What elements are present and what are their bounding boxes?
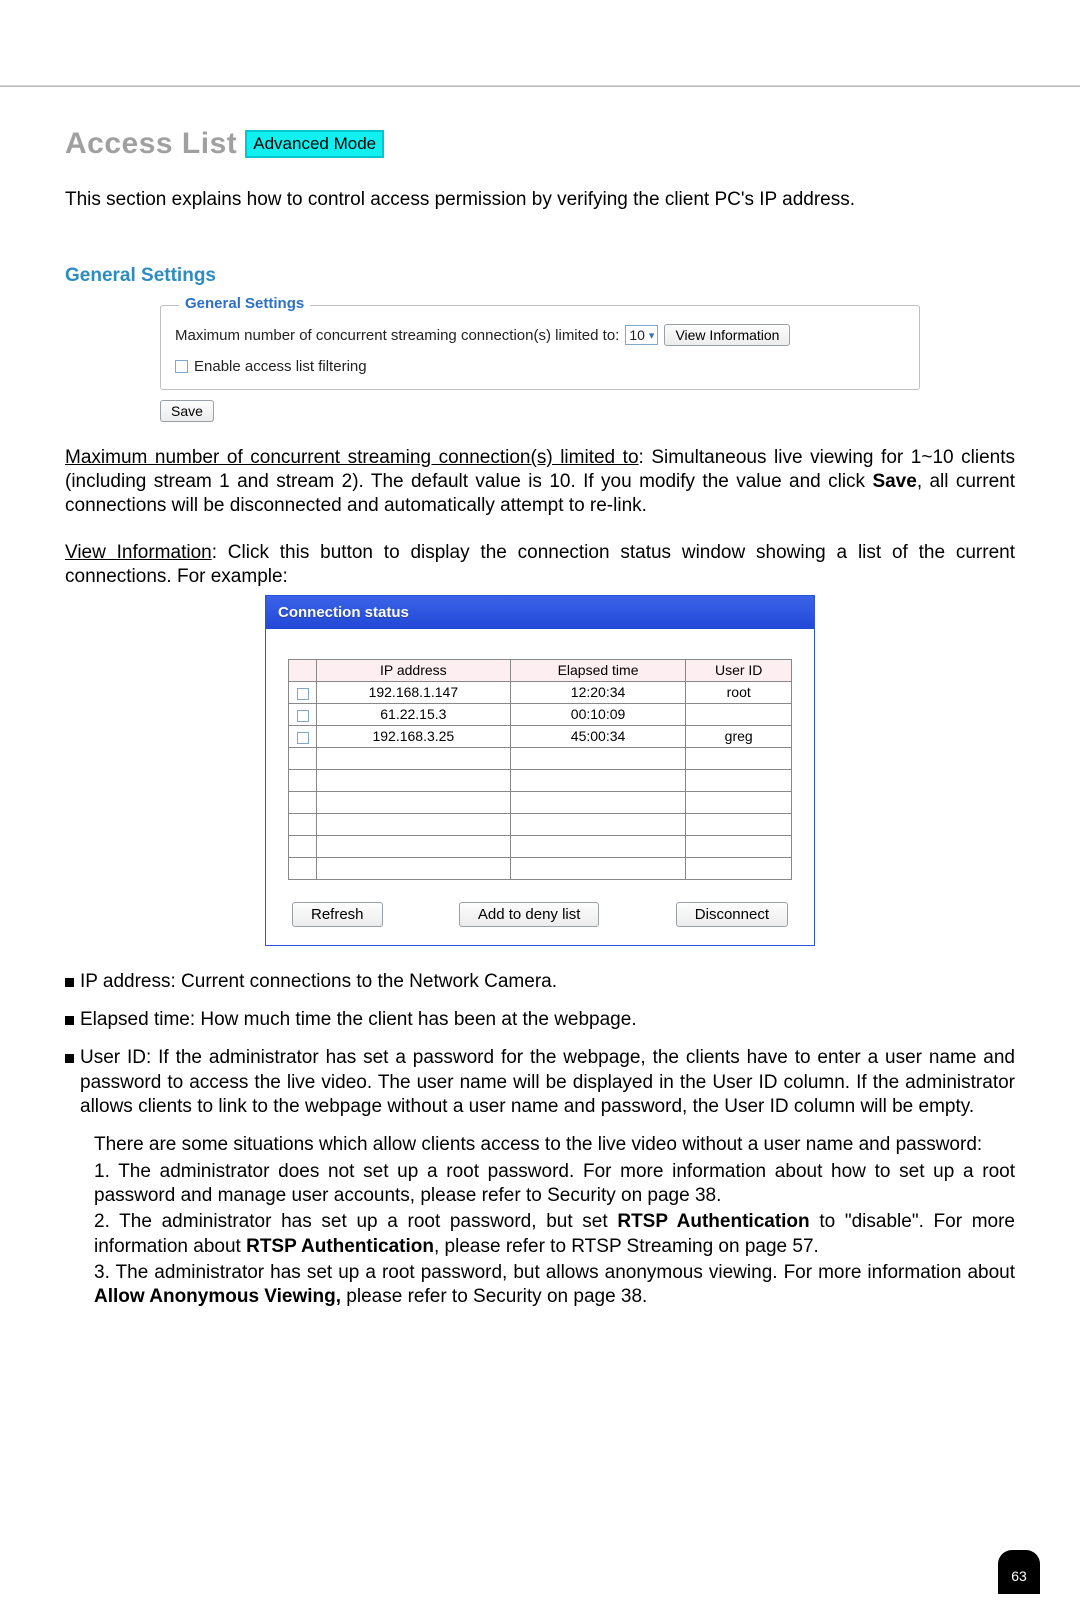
- cell-user: root: [686, 681, 792, 703]
- cell-user: [686, 703, 792, 725]
- max-conn-underline: Maximum number of concurrent streaming c…: [65, 447, 639, 468]
- square-bullet-icon: [65, 978, 74, 987]
- page-number: 63: [998, 1550, 1040, 1594]
- col-ip: IP address: [317, 659, 511, 681]
- max-connections-label: Maximum number of concurrent streaming c…: [175, 327, 619, 344]
- view-information-button[interactable]: View Information: [664, 324, 790, 346]
- connection-status-panel: Connection status IP address Elapsed tim…: [265, 595, 815, 946]
- add-deny-button[interactable]: Add to deny list: [459, 902, 600, 927]
- table-row: 192.168.3.25 45:00:34 greg: [289, 725, 792, 747]
- sit2-part: , please refer to RTSP Streaming on page…: [434, 1236, 819, 1257]
- situation-1: 1. The administrator does not set up a r…: [94, 1160, 1015, 1209]
- cell-user: greg: [686, 725, 792, 747]
- row-checkbox[interactable]: [297, 688, 309, 700]
- situation-2: 2. The administrator has set up a root p…: [94, 1210, 1015, 1259]
- enable-filter-row: Enable access list filtering: [175, 358, 905, 375]
- table-row: 192.168.1.147 12:20:34 root: [289, 681, 792, 703]
- cell-ip: 192.168.1.147: [317, 681, 511, 703]
- sit3-part: 3. The administrator has set up a root p…: [94, 1262, 1015, 1283]
- enable-filter-checkbox[interactable]: [175, 360, 188, 373]
- sit2-bold2: RTSP Authentication: [246, 1236, 434, 1257]
- connection-buttons-row: Refresh Add to deny list Disconnect: [288, 902, 792, 927]
- table-row: [289, 857, 792, 879]
- table-row: [289, 747, 792, 769]
- table-row: [289, 813, 792, 835]
- table-header-row: IP address Elapsed time User ID: [289, 659, 792, 681]
- max-conn-paragraph: Maximum number of concurrent streaming c…: [65, 446, 1015, 517]
- save-bold: Save: [872, 471, 916, 492]
- general-settings-heading: General Settings: [65, 265, 1015, 287]
- intro-text: This section explains how to control acc…: [65, 189, 1015, 211]
- table-row: [289, 791, 792, 813]
- table-row: [289, 835, 792, 857]
- cell-elapsed: 45:00:34: [510, 725, 686, 747]
- view-info-paragraph: View Information: Click this button to d…: [65, 541, 1015, 589]
- enable-filter-label: Enable access list filtering: [194, 358, 367, 375]
- cell-elapsed: 00:10:09: [510, 703, 686, 725]
- sit2-part: 2. The administrator has set up a root p…: [94, 1211, 617, 1232]
- col-userid: User ID: [686, 659, 792, 681]
- col-elapsed: Elapsed time: [510, 659, 686, 681]
- sit3-bold: Allow Anonymous Viewing,: [94, 1286, 341, 1307]
- table-row: 61.22.15.3 00:10:09: [289, 703, 792, 725]
- square-bullet-icon: [65, 1054, 74, 1063]
- page-title: Access List: [65, 127, 237, 161]
- row-checkbox[interactable]: [297, 732, 309, 744]
- bullet-ip-text: IP address: Current connections to the N…: [80, 970, 557, 994]
- refresh-button[interactable]: Refresh: [292, 902, 383, 927]
- fieldset-legend: General Settings: [179, 295, 310, 312]
- connection-status-body: IP address Elapsed time User ID 192.168.…: [266, 629, 814, 945]
- general-settings-fieldset: General Settings Maximum number of concu…: [160, 305, 920, 390]
- square-bullet-icon: [65, 1016, 74, 1025]
- situations-intro: There are some situations which allow cl…: [94, 1133, 1015, 1157]
- sit3-part: please refer to Security on page 38.: [341, 1286, 647, 1307]
- bullet-elapsed: Elapsed time: How much time the client h…: [65, 1008, 1015, 1032]
- connection-table: IP address Elapsed time User ID 192.168.…: [288, 659, 792, 880]
- bullet-elapsed-text: Elapsed time: How much time the client h…: [80, 1008, 637, 1032]
- chevron-down-icon: ▾: [649, 329, 655, 342]
- col-checkbox: [289, 659, 317, 681]
- save-button[interactable]: Save: [160, 400, 214, 422]
- cell-ip: 61.22.15.3: [317, 703, 511, 725]
- cell-elapsed: 12:20:34: [510, 681, 686, 703]
- sit2-bold1: RTSP Authentication: [617, 1211, 809, 1232]
- mode-badge: Advanced Mode: [245, 130, 384, 158]
- max-connections-value: 10: [629, 327, 645, 343]
- connection-status-header: Connection status: [266, 596, 814, 629]
- disconnect-button[interactable]: Disconnect: [676, 902, 788, 927]
- bullet-userid: User ID: If the administrator has set a …: [65, 1046, 1015, 1309]
- max-connections-select[interactable]: 10 ▾: [625, 325, 658, 345]
- table-row: [289, 769, 792, 791]
- bullet-userid-text: User ID: If the administrator has set a …: [80, 1046, 1015, 1119]
- row-checkbox[interactable]: [297, 710, 309, 722]
- cell-ip: 192.168.3.25: [317, 725, 511, 747]
- bullet-ip: IP address: Current connections to the N…: [65, 970, 1015, 994]
- view-info-underline: View Information: [65, 542, 212, 563]
- general-settings-panel: General Settings Maximum number of concu…: [160, 305, 920, 422]
- title-row: Access List Advanced Mode: [65, 127, 1015, 161]
- max-connections-row: Maximum number of concurrent streaming c…: [175, 324, 905, 346]
- bullet-list: IP address: Current connections to the N…: [65, 970, 1015, 1310]
- page-content: Access List Advanced Mode This section e…: [0, 87, 1080, 1364]
- situation-3: 3. The administrator has set up a root p…: [94, 1261, 1015, 1310]
